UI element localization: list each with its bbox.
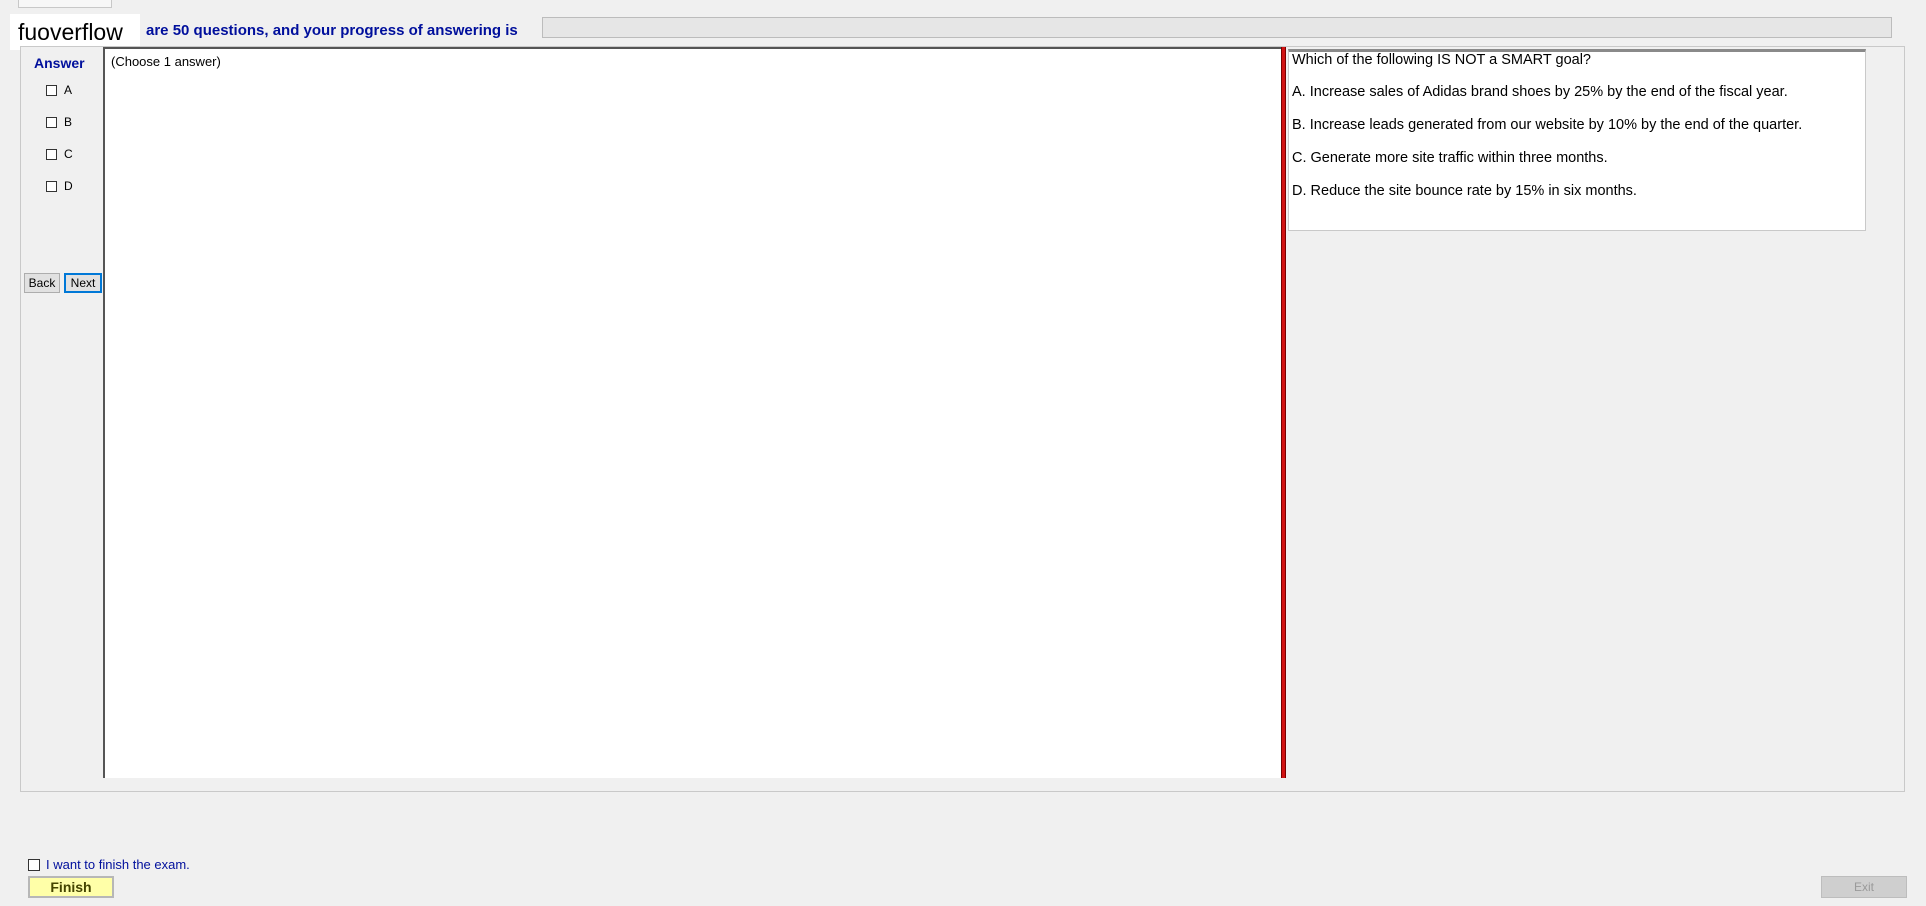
answer-title: Answer	[34, 55, 85, 71]
option-c-label: C	[64, 147, 73, 161]
finish-confirm-checkbox[interactable]	[28, 858, 40, 871]
next-button[interactable]: Next	[64, 273, 102, 293]
window-tab[interactable]	[18, 0, 112, 8]
finish-confirm-row[interactable]: I want to finish the exam.	[28, 857, 190, 872]
option-d-label: D	[64, 179, 73, 193]
question-background	[1286, 233, 1890, 778]
option-d[interactable]: D	[46, 178, 73, 194]
exit-button[interactable]: Exit	[1821, 876, 1907, 898]
option-b-checkbox[interactable]	[46, 116, 57, 128]
choose-hint: (Choose 1 answer)	[111, 54, 221, 69]
option-a[interactable]: A	[46, 82, 72, 98]
option-b-label: B	[64, 115, 73, 129]
finish-confirm-label: I want to finish the exam.	[46, 857, 190, 872]
finish-button[interactable]: Finish	[28, 876, 114, 898]
choice-b-text: B. Increase leads generated from our web…	[1292, 117, 1803, 133]
option-a-label: A	[64, 83, 73, 97]
answer-area	[103, 47, 1283, 778]
option-c[interactable]: C	[46, 146, 73, 162]
option-c-checkbox[interactable]	[46, 148, 57, 160]
watermark-label: fuoverflow	[10, 14, 140, 50]
question-text: Which of the following IS NOT a SMART go…	[1292, 52, 1591, 68]
progress-text: are 50 questions, and your progress of a…	[146, 22, 518, 39]
option-a-checkbox[interactable]	[46, 84, 57, 96]
option-d-checkbox[interactable]	[46, 180, 57, 192]
progress-bar	[542, 17, 1892, 38]
choice-a-text: A. Increase sales of Adidas brand shoes …	[1292, 84, 1788, 100]
choice-c-text: C. Generate more site traffic within thr…	[1292, 150, 1608, 166]
back-button[interactable]: Back	[24, 273, 60, 293]
question-panel	[1288, 49, 1866, 231]
choice-d-text: D. Reduce the site bounce rate by 15% in…	[1292, 183, 1637, 199]
option-b[interactable]: B	[46, 114, 72, 130]
